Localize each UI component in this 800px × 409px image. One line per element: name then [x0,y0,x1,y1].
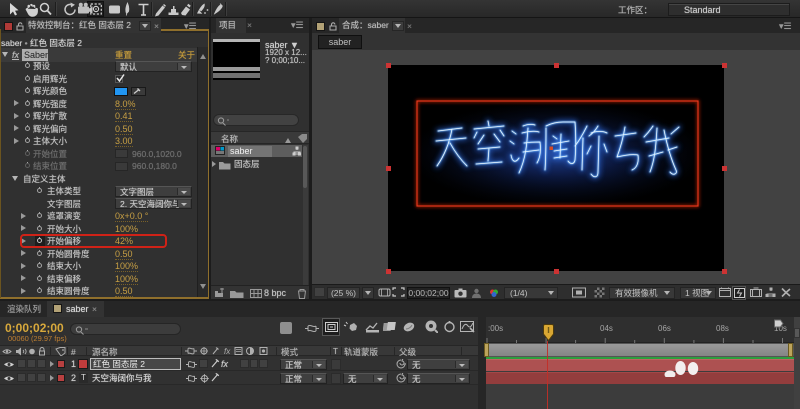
svg-text:08s: 08s [716,324,729,333]
svg-text:fx: fx [224,347,231,356]
svg-text::00s: :00s [488,324,503,333]
svg-text:06s: 06s [658,324,671,333]
svg-text:04s: 04s [600,324,613,333]
